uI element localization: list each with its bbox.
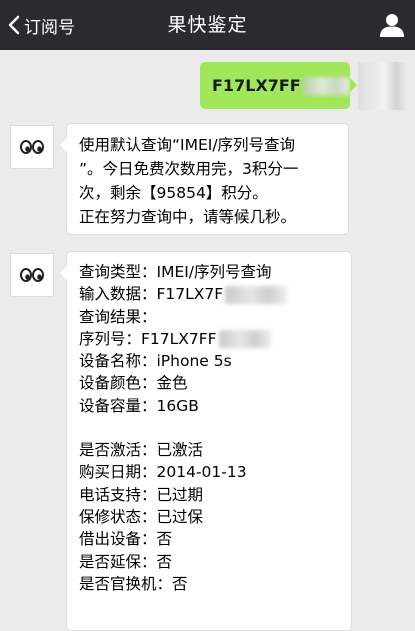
warranty-line: 保修状态：已过保 <box>79 507 204 526</box>
chat-title: 果快鉴定 <box>167 14 248 36</box>
input-data-line: 输入数据：F17LX7F <box>79 283 341 305</box>
incoming-result-bubble[interactable]: 查询类型：IMEI/序列号查询 输入数据：F17LX7F 查询结果： 序列号：F… <box>60 251 352 631</box>
device-capacity-line: 设备容量：16GB <box>79 396 199 415</box>
input-data-text: 输入数据：F17LX7F <box>79 285 224 304</box>
message-line: 正在努力查询中，请等候几秒。 <box>79 208 297 226</box>
redacted-text <box>218 330 271 349</box>
phone-support-line: 电话支持：已过期 <box>79 485 204 504</box>
user-icon[interactable] <box>379 12 405 38</box>
bot-avatar[interactable] <box>10 125 54 169</box>
top-bar: 订阅号 果快鉴定 <box>0 0 415 50</box>
serial-text: 序列号：F17LX7FF <box>79 329 217 348</box>
purchase-date-line: 购买日期：2014-01-13 <box>79 463 247 482</box>
message-line: 次，剩余【95854】积分。 <box>79 184 268 202</box>
outgoing-message-text: F17LX7FF <box>212 76 301 95</box>
serial-line: 序列号：F17LX7FF <box>79 328 341 350</box>
replaced-line: 是否官换机：否 <box>79 574 188 593</box>
eyes-logo-icon <box>20 140 44 154</box>
message-line: 使用默认查询“IMEI/序列号查询 <box>79 136 296 154</box>
eyes-logo-icon <box>20 268 44 282</box>
redacted-text <box>225 285 288 304</box>
incoming-message-bubble[interactable]: 使用默认查询“IMEI/序列号查询 ”。今日免费次数用完，3积分一 次，剩余【9… <box>60 123 349 235</box>
redacted-text <box>302 76 350 95</box>
result-line: 查询结果： <box>79 307 157 326</box>
activated-line: 是否激活：已激活 <box>79 441 204 460</box>
message-line: ”。今日免费次数用完，3积分一 <box>79 160 299 178</box>
extended-line: 是否延保：否 <box>79 552 173 571</box>
loaner-line: 借出设备：否 <box>79 530 173 549</box>
query-type-line: 查询类型：IMEI/序列号查询 <box>79 263 272 281</box>
bot-avatar[interactable] <box>10 253 54 297</box>
device-color-line: 设备颜色：金色 <box>79 374 188 393</box>
outgoing-message-bubble[interactable]: F17LX7FF <box>200 62 357 109</box>
device-name-line: 设备名称：iPhone 5s <box>79 352 232 371</box>
my-avatar[interactable] <box>358 62 406 110</box>
